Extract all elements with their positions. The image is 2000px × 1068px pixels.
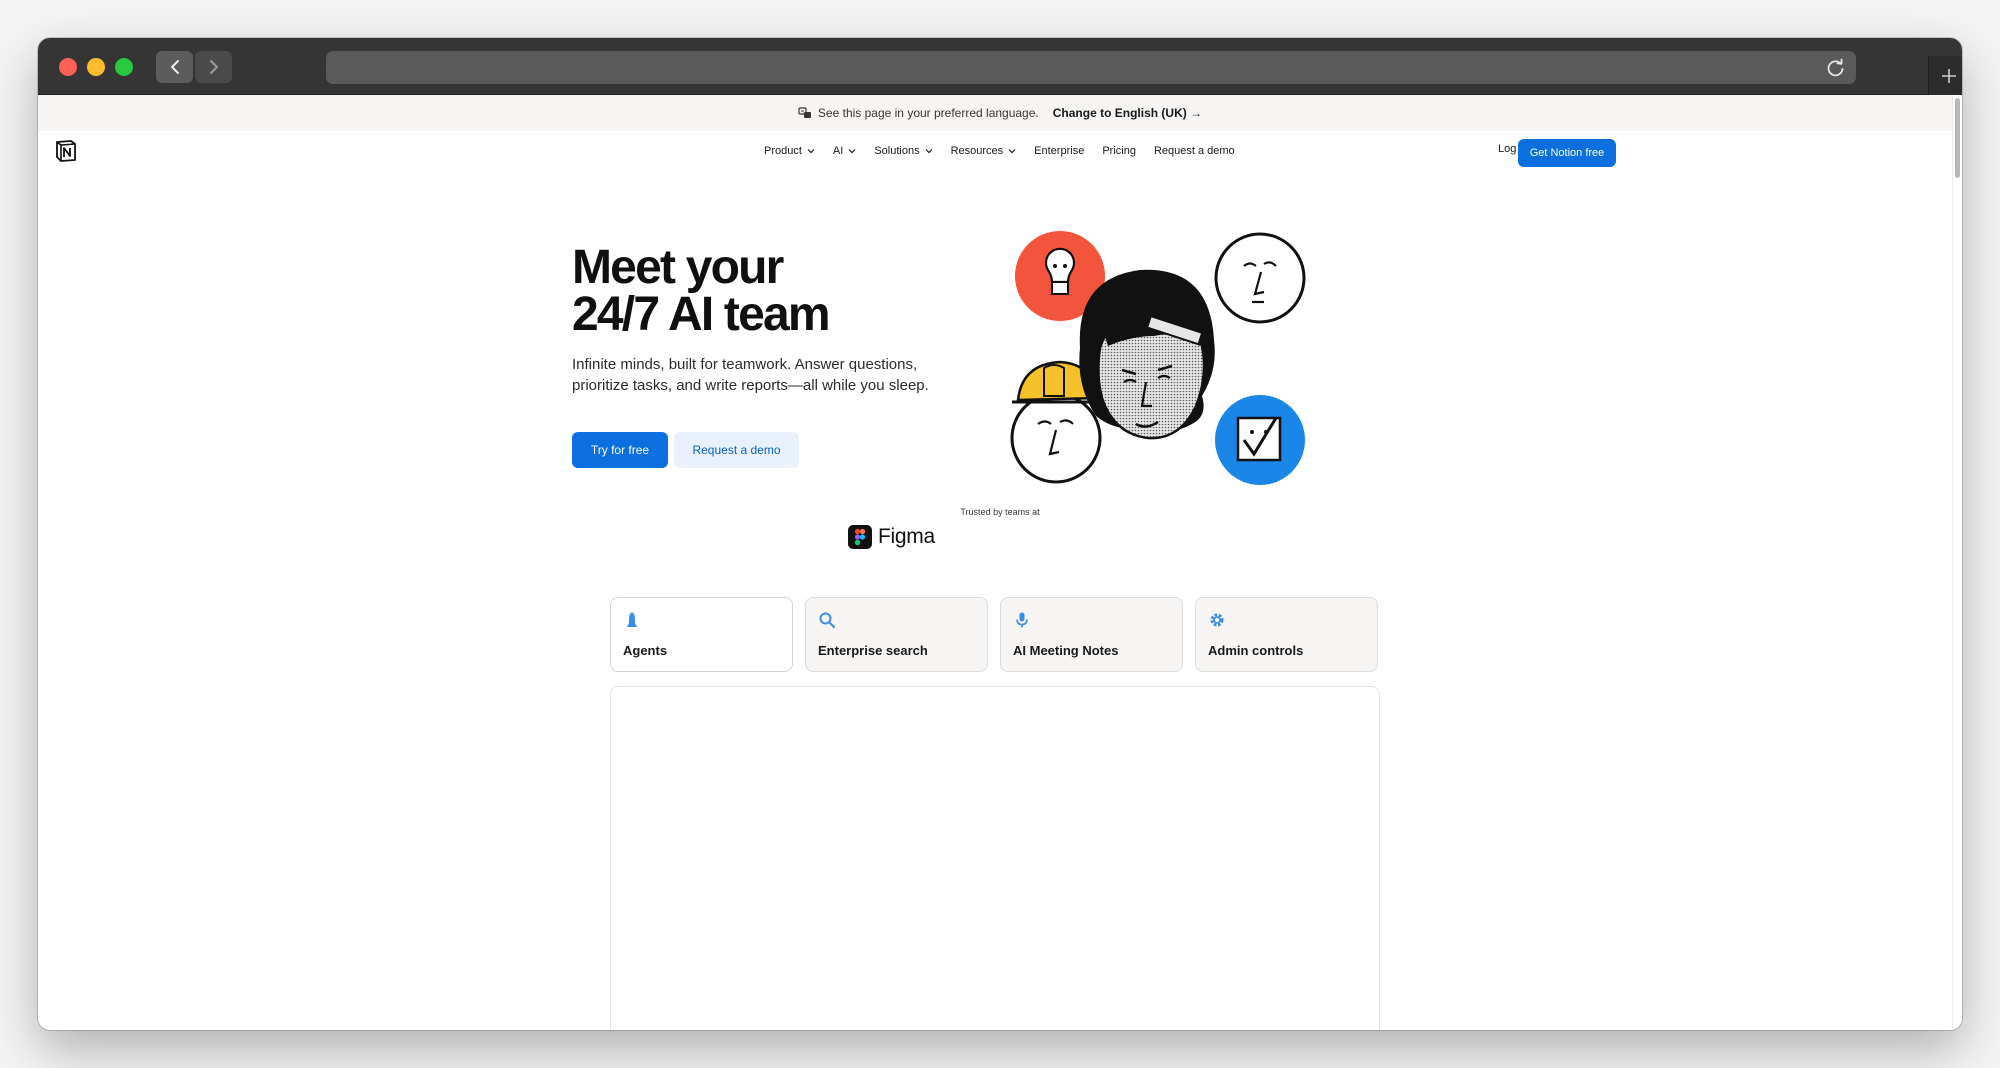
tab-admin-controls[interactable]: Admin controls [1195,597,1378,672]
nav-item-enterprise[interactable]: Enterprise [1025,137,1093,165]
nav-item-label: Solutions [874,145,920,157]
get-notion-free-button[interactable]: Get Notion free [1518,139,1616,167]
search-icon [819,612,836,629]
figma-wordmark: Figma [878,525,935,548]
chevron-left-icon [170,60,179,74]
hero-title: Meet your 24/7 AI team [572,241,831,341]
tab-enterprise-search[interactable]: Enterprise search [805,597,988,672]
address-bar[interactable] [326,51,1856,84]
nav-item-product[interactable]: Product [755,137,824,165]
forward-button[interactable] [195,51,232,83]
browser-titlebar [38,38,1962,95]
chevron-down-icon [1008,149,1016,154]
language-banner: See this page in your preferred language… [38,95,1962,131]
hero-title-line-2: 24/7 AI team [572,288,831,341]
ai-team-illustration [1010,231,1306,485]
reload-icon[interactable] [1826,58,1846,78]
tab-ai-meeting-notes[interactable]: AI Meeting Notes [1000,597,1183,672]
chevron-down-icon [848,149,856,154]
nav-item-request-a-demo[interactable]: Request a demo [1145,137,1244,165]
page-scrollbar[interactable] [1952,95,1962,1030]
nav-item-solutions[interactable]: Solutions [865,137,941,165]
main-navigation: Product AI Solutions Resources Enterprise Pri… [38,131,1962,175]
try-for-free-button[interactable]: Try for free [572,432,668,468]
gear-icon [1210,613,1224,627]
hero-title-line-1: Meet your [572,241,784,294]
tab-agents[interactable]: Agents [610,597,793,672]
nav-item-label: Resources [950,145,1004,157]
nav-item-ai[interactable]: AI [824,137,865,165]
browser-window: See this page in your preferred language… [38,38,1962,1030]
plus-icon [1941,69,1956,83]
microphone-icon [1016,612,1028,628]
figma-logo: Figma [848,525,935,549]
chevron-down-icon [807,149,815,154]
feature-tabs: Agents Enterprise search AI Meeting Note… [610,597,1380,672]
nav-item-label: Product [764,145,802,157]
tab-admin-controls-label: Admin controls [1208,643,1304,658]
close-window-button[interactable] [59,58,77,76]
feature-preview-panel [610,686,1380,1030]
translate-icon [798,107,811,118]
nav-item-label: Pricing [1102,145,1136,157]
tab-enterprise-search-label: Enterprise search [818,643,928,658]
notion-logo-icon[interactable] [54,139,78,163]
back-button[interactable] [156,51,193,83]
chevron-right-icon [209,60,218,74]
checkbox-icon [1236,416,1282,462]
figma-icon [848,525,872,549]
nav-item-label: Request a demo [1153,145,1235,157]
change-language-link[interactable]: Change to English (UK) → [1053,106,1202,120]
trusted-by-label: Trusted by teams at [960,507,1040,517]
scrollbar-thumb[interactable] [1955,98,1960,178]
nav-item-label: Enterprise [1034,145,1085,157]
nav-menu: Product AI Solutions Resources Enterprise Pri… [755,131,1244,171]
nav-item-pricing[interactable]: Pricing [1093,137,1145,165]
agent-icon [627,612,637,627]
chevron-down-icon [925,149,933,154]
language-banner-text: See this page in your preferred language… [817,106,1039,120]
tab-ai-meeting-notes-label: AI Meeting Notes [1013,643,1119,658]
new-tab-button[interactable] [1928,56,1962,96]
maximize-window-button[interactable] [115,58,133,76]
nav-item-resources[interactable]: Resources [942,137,1026,165]
request-demo-button[interactable]: Request a demo [674,432,799,468]
tab-agents-label: Agents [623,643,668,658]
nav-item-label: AI [832,145,844,157]
hero-subtitle: Infinite minds, built for teamwork. Answ… [572,356,929,394]
minimize-window-button[interactable] [87,58,105,76]
